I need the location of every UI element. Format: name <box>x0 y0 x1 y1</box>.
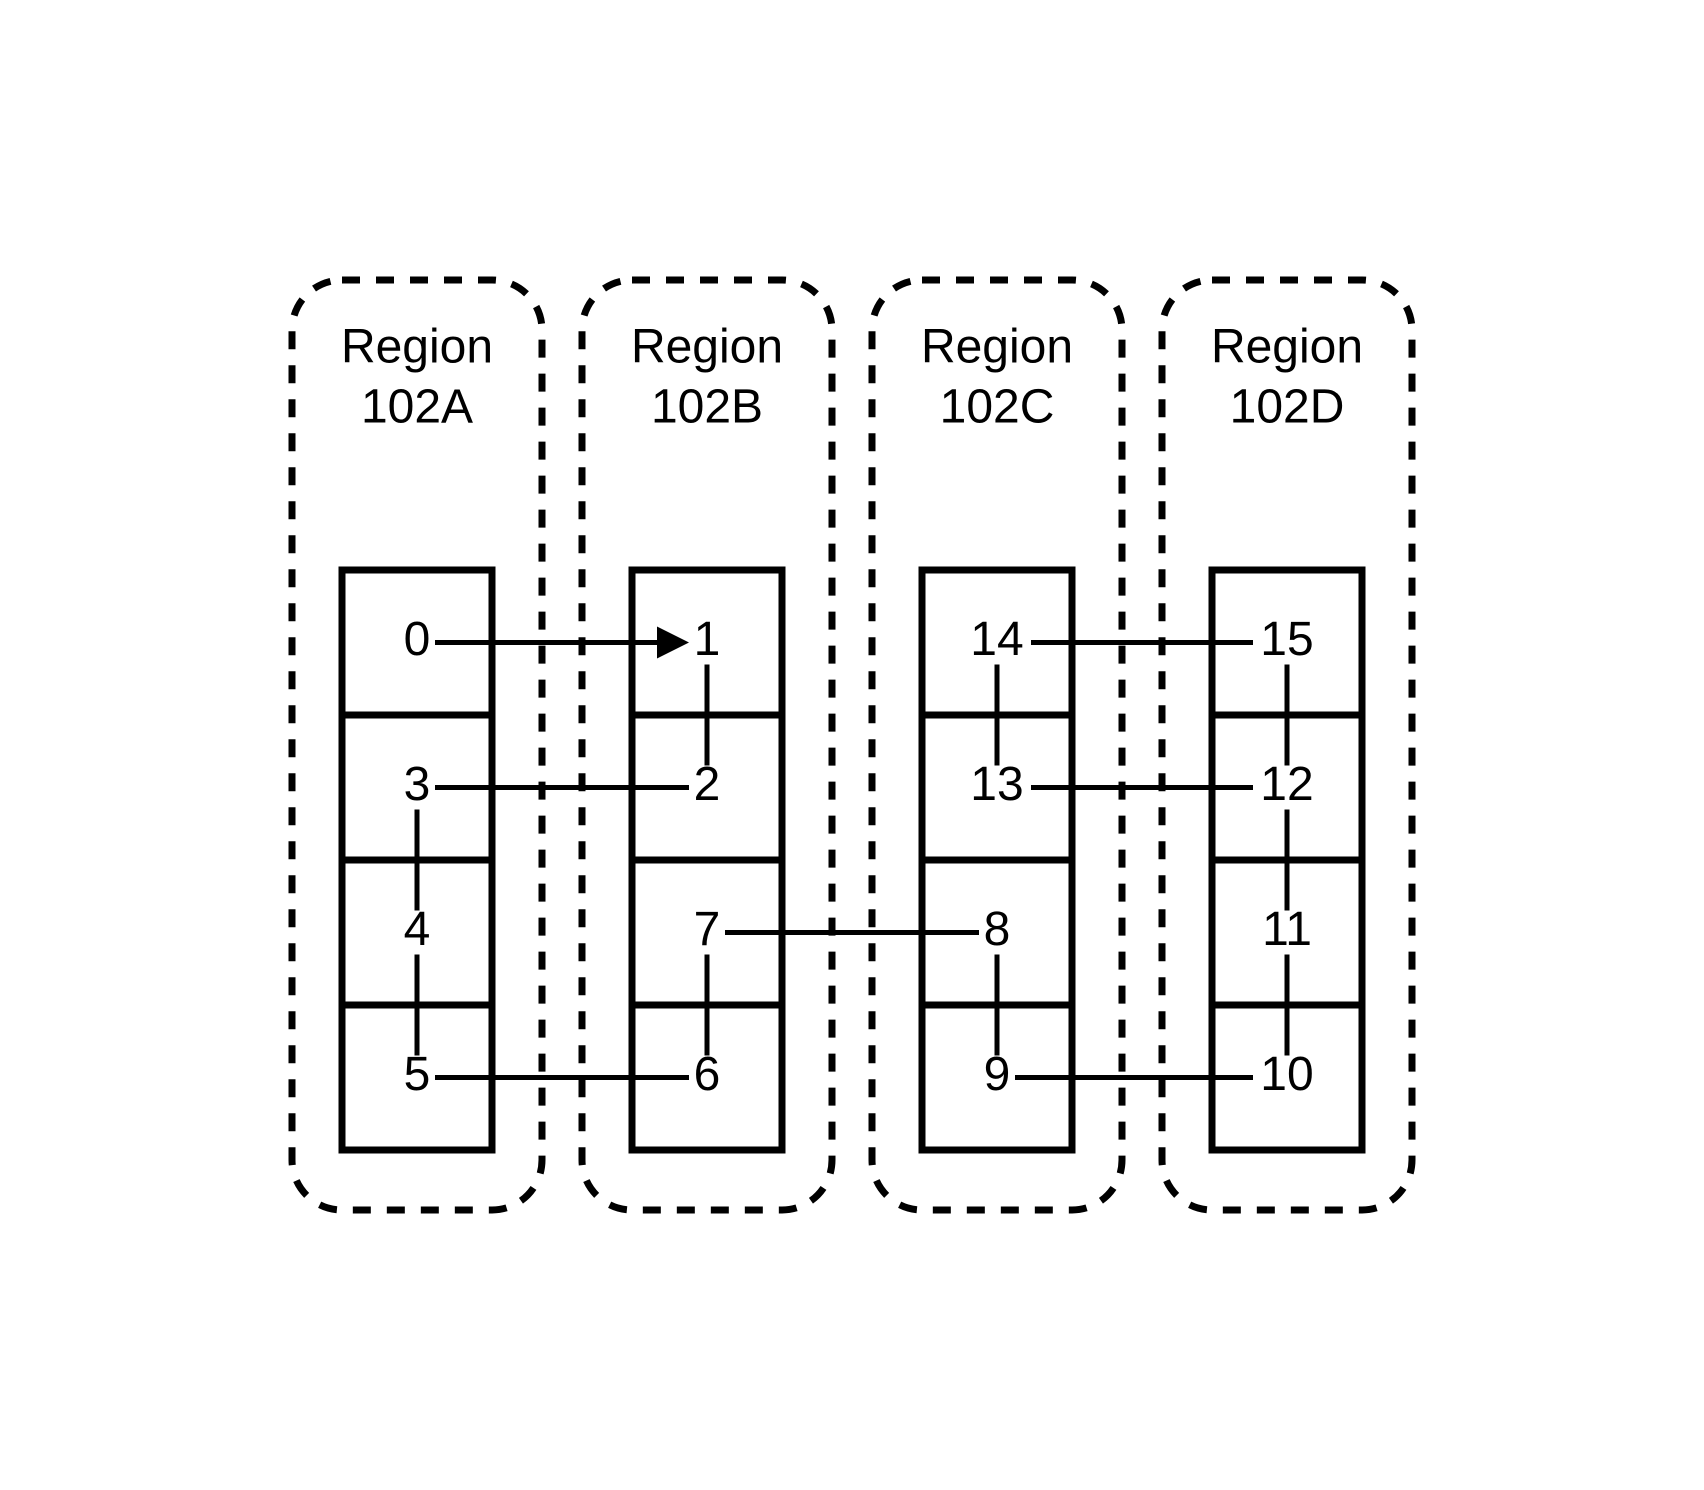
cell-value-15: 15 <box>1260 613 1313 666</box>
region-title-1: Region <box>631 321 783 374</box>
cell-value-14: 14 <box>970 613 1023 666</box>
region-subtitle-1: 102B <box>651 381 763 434</box>
cell-value-8: 8 <box>984 903 1011 956</box>
region-subtitle-0: 102A <box>361 381 473 434</box>
cell-value-7: 7 <box>694 903 721 956</box>
region-title-0: Region <box>341 321 493 374</box>
cell-value-13: 13 <box>970 758 1023 811</box>
cell-value-1: 1 <box>694 613 721 666</box>
cell-value-11: 11 <box>1262 903 1312 956</box>
cell-value-0: 0 <box>404 613 431 666</box>
cell-value-10: 10 <box>1260 1048 1313 1101</box>
cell-value-4: 4 <box>404 903 431 956</box>
cell-value-6: 6 <box>694 1048 721 1101</box>
cell-value-9: 9 <box>984 1048 1011 1101</box>
region-title-3: Region <box>1211 321 1363 374</box>
cell-value-3: 3 <box>404 758 431 811</box>
cell-value-2: 2 <box>694 758 721 811</box>
region-subtitle-2: 102C <box>940 381 1055 434</box>
cell-value-12: 12 <box>1260 758 1313 811</box>
arrowhead-icon <box>657 627 689 659</box>
region-subtitle-3: 102D <box>1230 381 1345 434</box>
region-title-2: Region <box>921 321 1073 374</box>
cell-value-5: 5 <box>404 1048 431 1101</box>
